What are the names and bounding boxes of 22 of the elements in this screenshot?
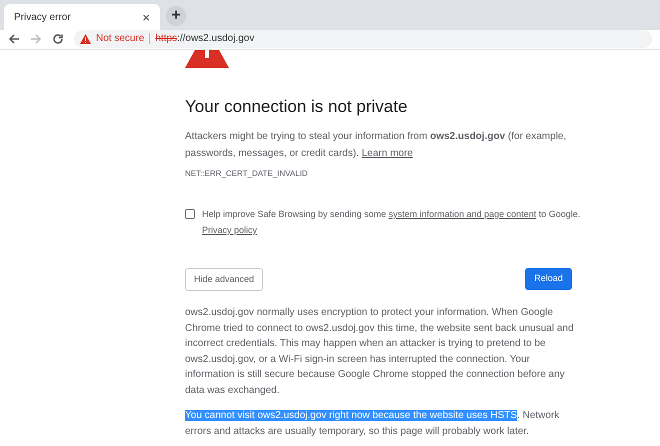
reload-icon[interactable] xyxy=(52,32,64,44)
details-text: ows2.usdoj.gov normally uses encryption to protect your information. When Google Chrome tried to connect to ows2.usdoj.gov this time, the website sent back unusual and incorrect credentials. This may happen when an attacker is trying to pretend to be ows2.usdoj.gov, or a Wi-Fi sign-in screen has interrupted the connection. Your information is still secure because Google Chrome stopped the connection before any data was exchanged. xyxy=(185,306,575,398)
security-status[interactable]: Not secure xyxy=(96,31,144,46)
privacy-policy-link[interactable]: Privacy policy xyxy=(202,225,258,235)
hsts-text: You cannot visit ows2.usdoj.gov right now because the website uses HSTS. Network errors and attacks are usually temporary, so this page will probably work later. xyxy=(185,409,560,438)
page-heading: Your connection is not private xyxy=(185,96,408,118)
reload-button[interactable]: Reload xyxy=(525,268,572,290)
tab-title: Privacy error xyxy=(14,10,71,24)
safe-browsing-checkbox[interactable] xyxy=(185,209,195,219)
url-text: https://ows2.usdoj.gov xyxy=(155,32,254,46)
warning-icon xyxy=(80,34,91,44)
learn-more-link[interactable]: Learn more xyxy=(362,148,413,159)
safe-browsing-text: Help improve Safe Browsing by sending some system information and page content to Google. Privacy policy xyxy=(202,208,580,237)
address-bar[interactable]: Not secure https://ows2.usdoj.gov xyxy=(74,30,652,48)
back-icon[interactable] xyxy=(8,32,20,44)
hide-advanced-button[interactable]: Hide advanced xyxy=(185,268,263,291)
intro-text: Attackers might be trying to steal your information from ows2.usdoj.gov (for example, passwords, messages, or credit cards). Learn more xyxy=(185,130,568,161)
browser-tab[interactable]: Privacy error × xyxy=(4,4,160,30)
new-tab-button[interactable]: + xyxy=(166,6,186,26)
close-tab-button[interactable]: × xyxy=(142,10,150,24)
error-code: NET::ERR_CERT_DATE_INVALID xyxy=(185,168,309,180)
system-information-link[interactable]: system information and page content xyxy=(388,209,536,219)
